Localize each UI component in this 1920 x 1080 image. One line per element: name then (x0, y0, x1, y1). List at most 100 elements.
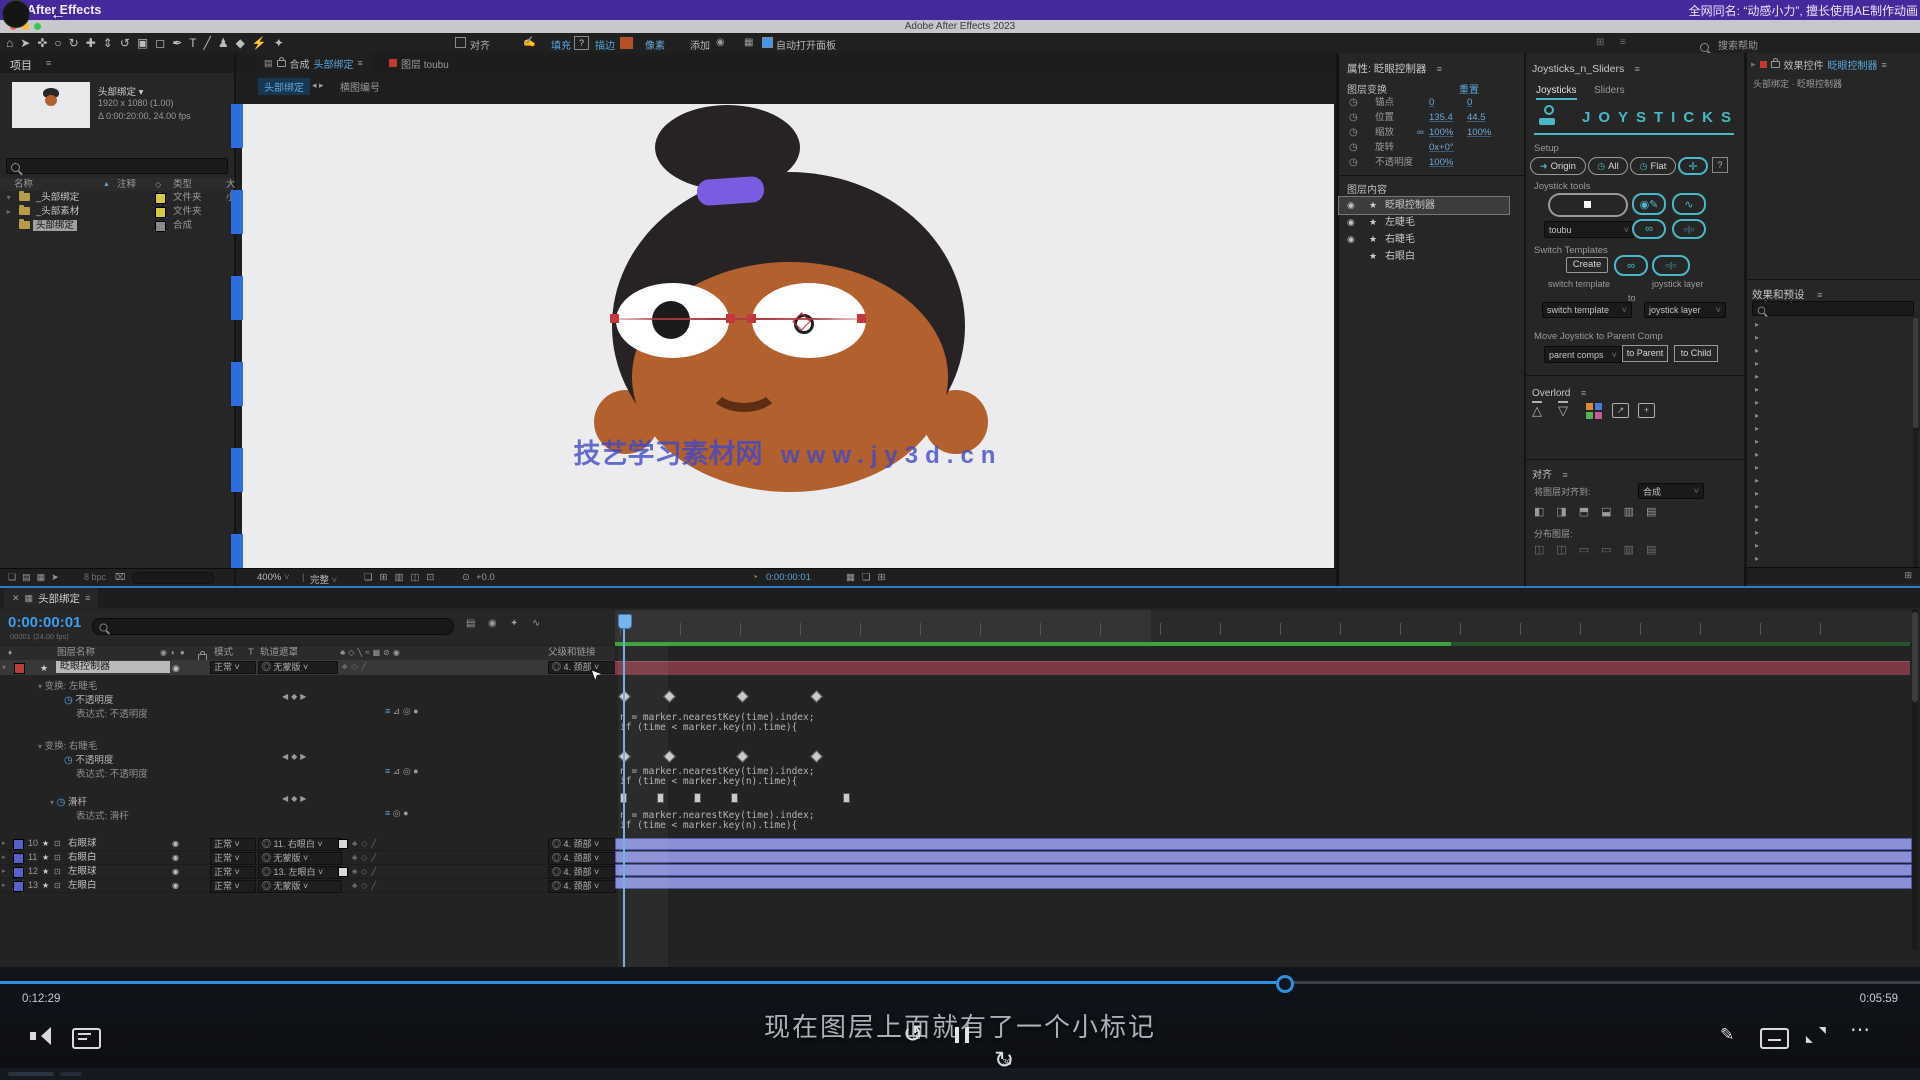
comp-viewer-tab[interactable]: ▤ 合成 头部绑定 ≡ (256, 53, 371, 73)
value-1[interactable]: 135.4 (1429, 110, 1453, 125)
create-button[interactable]: Create (1566, 257, 1608, 273)
curve-joystick-button[interactable]: ∿ (1672, 193, 1706, 215)
workspace-menu-icon[interactable]: ≡ (1620, 37, 1626, 48)
tool-button[interactable]: ↻ (69, 36, 79, 50)
matte-box-icon[interactable] (338, 867, 348, 877)
composition-mini-flowchart-icon[interactable]: ▤ (466, 618, 475, 629)
layer-bar-13[interactable] (615, 877, 1912, 889)
fx-category-row[interactable]: ▸ (1747, 383, 1912, 396)
fx-presets-search-input[interactable] (1752, 301, 1914, 316)
layer-switches[interactable]: ♣◇╱ (352, 837, 380, 850)
col-comment[interactable]: 注释 (117, 178, 136, 191)
label-chip[interactable] (13, 839, 24, 850)
eye-icon[interactable]: ◉ (1347, 231, 1355, 248)
label-chip[interactable] (13, 853, 24, 864)
shrink-screen-icon[interactable] (1806, 1025, 1826, 1045)
link-icon[interactable]: ∞ (1417, 125, 1424, 140)
fx-category-row[interactable]: ▸ (1747, 539, 1912, 552)
fx-category-row[interactable]: ▸ (1747, 370, 1912, 383)
switch-template-dropdown[interactable]: switch template˅ (1542, 302, 1632, 318)
value-2[interactable]: 0 (1467, 95, 1472, 110)
value-1[interactable]: 0x+0° (1429, 140, 1454, 155)
fx-category-row[interactable]: ▸ (1747, 487, 1912, 500)
player-progress-fill[interactable] (0, 981, 1283, 984)
value-1[interactable]: 100% (1429, 155, 1453, 170)
tab-sliders[interactable]: Sliders (1594, 85, 1625, 96)
fill-label[interactable]: 填充 (551, 37, 571, 52)
align-buttons[interactable]: ◧◨⬒⬓▥▤ (1534, 505, 1668, 518)
layer-tab-label[interactable]: 图层 toubu (401, 56, 449, 71)
fx-lock-icon[interactable] (1771, 61, 1780, 68)
eye-icon[interactable]: ◉ (1347, 197, 1355, 214)
stopwatch-icon[interactable]: ◷ (1349, 155, 1358, 170)
project-panel-menu-icon[interactable]: ≡ (46, 58, 51, 68)
add-menu-icon[interactable]: ◉ (716, 37, 725, 48)
value-2[interactable]: 44.5 (1467, 110, 1486, 125)
col-parent[interactable]: 父级和链接 (548, 646, 596, 660)
eye-icon[interactable]: ◉ (1347, 214, 1355, 231)
tool-button[interactable]: ↺ (120, 36, 130, 50)
overlord-add-icon[interactable]: + (1638, 403, 1655, 418)
fx-category-row[interactable]: ▸ (1747, 513, 1912, 526)
stroke-label[interactable]: 描边 (595, 37, 615, 52)
fx-menu-icon[interactable]: ≡ (1882, 60, 1887, 70)
rig-handle-1[interactable] (610, 314, 619, 323)
auto-open-label[interactable]: 自动打开面板 (776, 37, 836, 52)
window-titlebar[interactable]: Adobe After Effects 2023 (0, 20, 1920, 33)
pause-button[interactable] (952, 1027, 972, 1048)
zoom-window-button[interactable] (34, 23, 41, 30)
viewer-timecode[interactable]: 0:00:00:01 (766, 572, 811, 583)
col-type[interactable]: 类型 (173, 178, 192, 191)
joystick-layer-dropdown[interactable]: joystick layer˅ (1644, 302, 1726, 318)
layer-viewer-tab[interactable]: 图层 toubu (381, 53, 457, 73)
layer-content-row[interactable]: ◉ ★ 右睫毛 (1339, 231, 1524, 248)
template-unlink-button[interactable]: ○|○ (1652, 255, 1690, 276)
time-ruler[interactable] (615, 610, 1912, 645)
panel-menu-icon[interactable]: ≡ (358, 58, 363, 68)
fx-category-row[interactable]: ▸ (1747, 344, 1912, 357)
eye-icon[interactable]: ◉ (172, 851, 179, 864)
layer-name-editbox[interactable]: 眨眼控制器 (56, 661, 170, 673)
tool-button[interactable]: ○ (54, 36, 61, 50)
layer-bar-12[interactable] (615, 864, 1912, 876)
tool-button[interactable]: ⇕ (103, 36, 113, 50)
to-parent-button[interactable]: to Parent (1622, 345, 1668, 362)
search-help-input[interactable]: 搜索帮助 (1718, 37, 1758, 52)
sort-icon[interactable]: ▲ (103, 178, 110, 191)
matte-select[interactable]: ◎ 11. 右眼白 ˅ (258, 838, 342, 851)
bpc-label[interactable]: 8 bpc (84, 572, 106, 582)
project-search-input[interactable] (6, 158, 228, 174)
notes-pencil-icon[interactable]: ✎ (1720, 1025, 1734, 1045)
pen-joystick-button[interactable]: ◉✎ (1632, 193, 1666, 215)
tool-button[interactable]: ⚡ (252, 36, 267, 50)
expand-icon[interactable]: ▾ (2, 663, 6, 672)
kf-navigator-3[interactable]: ◀◆▶ (282, 794, 309, 803)
expr-icons-2[interactable]: ≡ ⊿ ◎ ● (385, 766, 419, 777)
hold-keyframe[interactable] (843, 793, 850, 803)
toubu-dropdown[interactable]: toubu˅ (1544, 221, 1634, 238)
layer-switches[interactable]: ♣◇╱ (352, 851, 380, 864)
transform-reset-button[interactable]: 重置 (1459, 81, 1479, 96)
layer1-duration-bar[interactable] (615, 661, 1910, 675)
parent-select[interactable]: ◎ 4. 颈部 ˅ (548, 880, 616, 893)
tool-button[interactable]: ➤ (20, 36, 30, 50)
eye-icon[interactable]: ◉ (172, 837, 179, 850)
expand-icon[interactable]: ▸ (2, 865, 6, 878)
auto-open-checkbox[interactable] (762, 37, 773, 48)
all-button[interactable]: ◷All (1588, 157, 1628, 175)
parent-select[interactable]: ◎ 4. 颈部 ˅ (548, 852, 616, 865)
more-options-icon[interactable]: ⋯ (1850, 1017, 1870, 1042)
mode-select[interactable]: 正常 ˅ (210, 852, 256, 865)
gamepad-button[interactable]: ✛ (1678, 157, 1708, 175)
eye-icon[interactable]: ◉ (172, 879, 179, 892)
effect-controls-layer[interactable]: 眨眼控制器 (1828, 57, 1878, 72)
keyframe[interactable] (736, 690, 749, 703)
fx-category-row[interactable]: ▸ (1747, 435, 1912, 448)
overlord-push-icon[interactable]: △ (1532, 401, 1542, 419)
matte-select[interactable]: ◎ 无蒙版 ˅ (258, 880, 342, 893)
tool-button[interactable]: ✒ (172, 36, 182, 50)
timeline-scrollbar[interactable] (1912, 610, 1918, 950)
layer-row[interactable]: ▸ 11 ★ ⊡ 右眼白 ◉ 正常 ˅ ◎ 无蒙版 ˅ ♣◇╱ ◎ 4. 颈部 … (0, 851, 615, 865)
fx-presets-menu-icon[interactable]: ≡ (1817, 290, 1822, 300)
origin-button[interactable]: ➜Origin (1530, 157, 1586, 175)
